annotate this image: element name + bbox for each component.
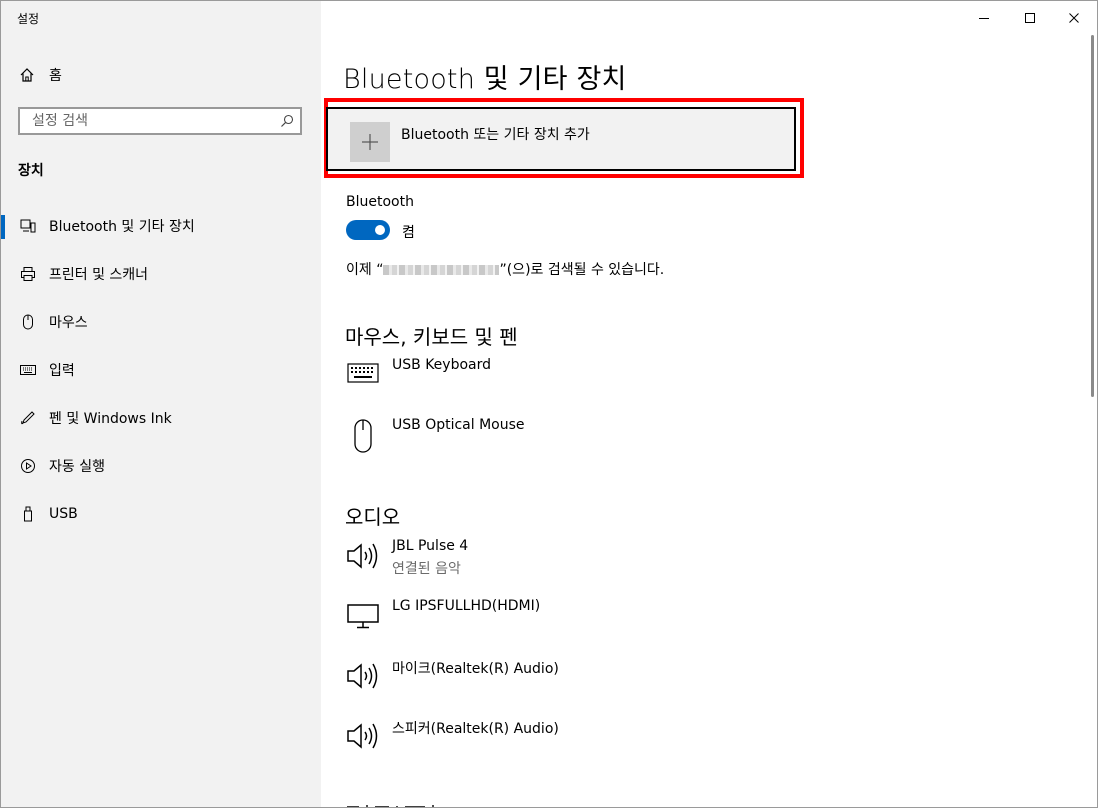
sidebar-item-bluetooth[interactable]: Bluetooth 및 기타 장치	[1, 206, 321, 246]
bluetooth-label: Bluetooth	[346, 194, 414, 210]
scrollbar[interactable]	[1091, 35, 1094, 397]
device-name: USB Keyboard	[392, 357, 491, 373]
sidebar-item-label: USB	[49, 506, 78, 522]
autoplay-icon	[19, 457, 37, 475]
usb-icon	[19, 505, 37, 523]
device-item[interactable]: USB Keyboard	[345, 357, 845, 403]
discover-prefix: 이제 “	[346, 262, 384, 278]
sidebar-item-label: 펜 및 Windows Ink	[49, 411, 172, 427]
sidebar-item-printers[interactable]: 프린터 및 스캐너	[1, 254, 321, 294]
plus-icon	[350, 122, 390, 162]
minimize-button[interactable]	[961, 1, 1007, 35]
home-label: 홈	[49, 68, 62, 84]
group-title-input: 마우스, 키보드 및 펜	[345, 325, 518, 349]
speaker-icon	[345, 718, 381, 758]
redacted-device-name	[383, 265, 500, 275]
sidebar-item-label: Bluetooth 및 기타 장치	[49, 219, 195, 235]
monitor-icon	[345, 598, 381, 638]
device-item[interactable]: LG IPSFULLHD(HDMI)	[345, 598, 845, 644]
printer-icon	[19, 265, 37, 283]
maximize-button[interactable]	[1007, 1, 1053, 35]
page-title: Bluetooth 및 기타 장치	[343, 64, 627, 95]
sidebar-item-label: 입력	[49, 363, 75, 379]
home-icon	[20, 68, 34, 82]
settings-window: 설정 홈 장치 Bluetooth 및 기타 장치	[0, 0, 1098, 808]
device-item[interactable]: USB Optical Mouse	[345, 417, 845, 463]
next-section-cutoff	[345, 797, 445, 807]
sidebar-item-autoplay[interactable]: 자동 실행	[1, 446, 321, 486]
sidebar-item-usb[interactable]: USB	[1, 494, 321, 534]
group-title-audio: 오디오	[345, 505, 401, 529]
toggle-knob	[375, 225, 385, 235]
device-name: LG IPSFULLHD(HDMI)	[392, 598, 541, 614]
device-item[interactable]: 마이크(Realtek(R) Audio)	[345, 658, 845, 704]
home-nav-item[interactable]: 홈	[19, 65, 62, 85]
sidebar: 설정 홈 장치 Bluetooth 및 기타 장치	[1, 1, 321, 807]
speaker-icon	[345, 538, 381, 578]
device-name: USB Optical Mouse	[392, 417, 525, 433]
bluetooth-state: 켬	[402, 225, 415, 241]
search-icon[interactable]	[280, 114, 294, 128]
bluetooth-devices-icon	[19, 217, 37, 235]
mouse-icon	[19, 313, 37, 331]
window-title: 설정	[17, 12, 40, 26]
device-name: JBL Pulse 4	[392, 538, 469, 554]
device-status: 연결된 음악	[392, 561, 461, 577]
discoverable-text: 이제 “ ”(으)로 검색될 수 있습니다.	[346, 259, 664, 279]
keyboard-icon	[345, 357, 381, 397]
close-icon	[1069, 13, 1079, 23]
sidebar-item-pen[interactable]: 펜 및 Windows Ink	[1, 398, 321, 438]
keyboard-icon	[19, 361, 37, 379]
search-input[interactable]	[30, 112, 274, 130]
add-device-button[interactable]: Bluetooth 또는 기타 장치 추가	[326, 107, 796, 171]
pen-icon	[19, 409, 37, 427]
bluetooth-toggle[interactable]	[346, 220, 390, 240]
device-item[interactable]: JBL Pulse 4 연결된 음악	[345, 538, 845, 584]
close-button[interactable]	[1051, 1, 1097, 35]
sidebar-item-label: 프린터 및 스캐너	[49, 267, 149, 283]
sidebar-item-mouse[interactable]: 마우스	[1, 302, 321, 342]
main-content: Bluetooth 및 기타 장치 Bluetooth 또는 기타 장치 추가 …	[321, 1, 1097, 807]
discover-suffix: ”(으)로 검색될 수 있습니다.	[499, 262, 665, 278]
device-name: 스피커(Realtek(R) Audio)	[392, 721, 559, 737]
sidebar-item-label: 자동 실행	[49, 459, 105, 475]
sidebar-item-label: 마우스	[49, 315, 88, 331]
device-item[interactable]: 스피커(Realtek(R) Audio)	[345, 718, 845, 764]
section-title: 장치	[18, 163, 44, 179]
minimize-icon	[979, 18, 989, 19]
search-box[interactable]	[18, 107, 302, 135]
device-name: 마이크(Realtek(R) Audio)	[392, 661, 559, 677]
maximize-icon	[1025, 13, 1035, 23]
speaker-icon	[345, 658, 381, 698]
mouse-icon	[345, 417, 381, 457]
add-device-label: Bluetooth 또는 기타 장치 추가	[401, 127, 590, 143]
sidebar-item-typing[interactable]: 입력	[1, 350, 321, 390]
